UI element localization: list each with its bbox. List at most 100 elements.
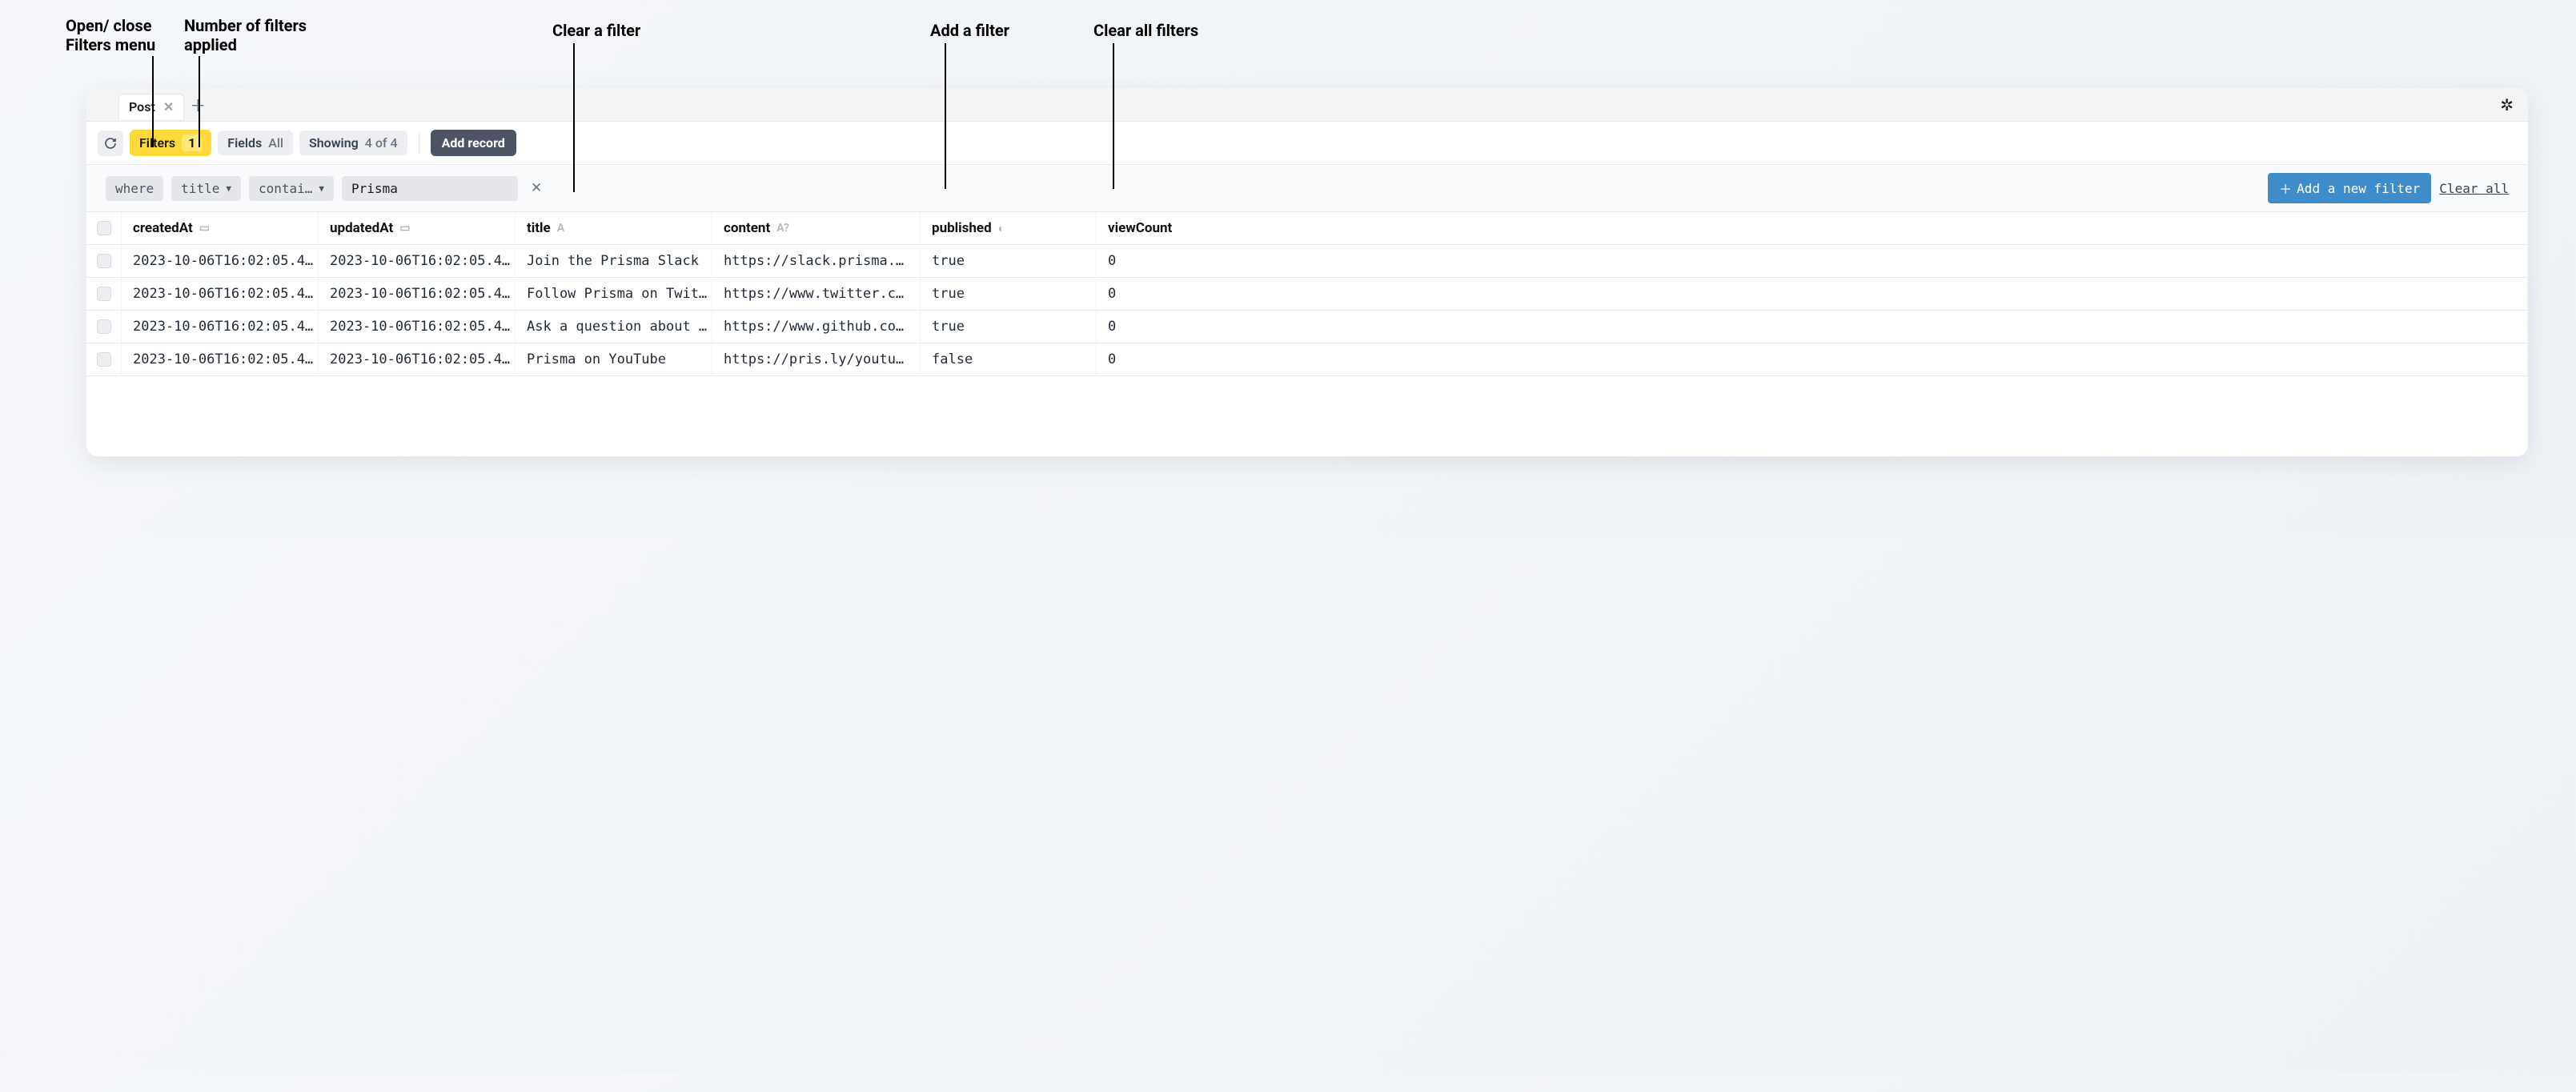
- cell[interactable]: Ask a question about …: [516, 311, 712, 343]
- row-checkbox[interactable]: [97, 319, 111, 334]
- annot-text: Clear a filter: [552, 21, 640, 40]
- annot-num-applied: Number of filters applied: [184, 16, 307, 54]
- grid-empty-space: [86, 376, 2528, 456]
- clear-all-button[interactable]: Clear all: [2439, 181, 2509, 196]
- gear-icon[interactable]: ✲: [2500, 95, 2514, 114]
- cell-value: 2023-10-06T16:02:05.4…: [133, 286, 313, 302]
- add-filter-button[interactable]: ＋ Add a new filter: [2268, 173, 2431, 203]
- col-label: title: [527, 220, 551, 236]
- col-label: updatedAt: [330, 220, 393, 236]
- cell-value: 2023-10-06T16:02:05.4…: [133, 253, 313, 269]
- fields-button[interactable]: Fields All: [218, 130, 293, 155]
- cell[interactable]: https://pris.ly/youtu…: [712, 343, 921, 376]
- col-label: content: [724, 220, 770, 236]
- add-record-label: Add record: [442, 135, 505, 151]
- calendar-icon: ▭: [199, 222, 210, 235]
- cell[interactable]: 2023-10-06T16:02:05.4…: [122, 343, 319, 376]
- clear-filter-button[interactable]: ✕: [526, 180, 547, 196]
- cell-value: https://www.github.co…: [724, 319, 904, 335]
- refresh-button[interactable]: [98, 130, 123, 156]
- filter-operator-select[interactable]: contai… ▼: [249, 176, 334, 201]
- cell[interactable]: 2023-10-06T16:02:05.4…: [319, 311, 516, 343]
- cell[interactable]: 2023-10-06T16:02:05.4…: [319, 245, 516, 278]
- cell[interactable]: true: [921, 311, 1097, 343]
- cell-value: https://pris.ly/youtu…: [724, 351, 904, 367]
- col-content[interactable]: content A?: [712, 212, 921, 245]
- annotation-layer: Open/ close Filters menu Number of filte…: [48, 16, 2528, 88]
- cell[interactable]: 2023-10-06T16:02:05.4…: [122, 311, 319, 343]
- app-card: Post ✕ ＋ ✲ Filters 1 Fields All Showing: [86, 88, 2528, 456]
- cell[interactable]: 2023-10-06T16:02:05.4…: [122, 278, 319, 311]
- cell[interactable]: https://slack.prisma.…: [712, 245, 921, 278]
- cell[interactable]: Join the Prisma Slack: [516, 245, 712, 278]
- add-filter-label: Add a new filter: [2297, 181, 2420, 196]
- annot-line: [945, 43, 946, 189]
- cell-value: 0: [1108, 253, 1116, 269]
- filter-where: where: [106, 176, 163, 201]
- row-checkbox-cell: [86, 311, 122, 343]
- row-checkbox-cell: [86, 343, 122, 376]
- annot-text: Add a filter: [930, 21, 1009, 40]
- filter-value-input[interactable]: [342, 176, 518, 201]
- fields-value: All: [268, 135, 283, 151]
- showing-button[interactable]: Showing 4 of 4: [299, 130, 407, 155]
- cell[interactable]: Follow Prisma on Twit…: [516, 278, 712, 311]
- boolean-icon: ◐: [998, 222, 1005, 235]
- cell[interactable]: Prisma on YouTube: [516, 343, 712, 376]
- col-label: published: [932, 220, 992, 236]
- col-label: createdAt: [133, 220, 193, 236]
- where-label: where: [115, 181, 154, 196]
- cell-value: Ask a question about …: [527, 319, 707, 335]
- toolbar: Filters 1 Fields All Showing 4 of 4 Add …: [86, 122, 2528, 165]
- cell[interactable]: https://www.twitter.c…: [712, 278, 921, 311]
- cell-value: 2023-10-06T16:02:05.4…: [330, 351, 510, 367]
- col-updatedAt[interactable]: updatedAt ▭: [319, 212, 516, 245]
- cell[interactable]: 0: [1097, 343, 2528, 376]
- cell-value: 0: [1108, 351, 1116, 367]
- cell[interactable]: 0: [1097, 278, 2528, 311]
- cell[interactable]: 2023-10-06T16:02:05.4…: [122, 245, 319, 278]
- cell[interactable]: https://www.github.co…: [712, 311, 921, 343]
- clear-all-label: Clear all: [2439, 181, 2509, 196]
- cell-value: true: [932, 253, 965, 269]
- data-grid: createdAt ▭ updatedAt ▭ title A content …: [86, 212, 2528, 376]
- tab-label: Post: [129, 99, 155, 114]
- row-checkbox[interactable]: [97, 287, 111, 301]
- row-checkbox[interactable]: [97, 352, 111, 367]
- refresh-icon: [104, 137, 117, 150]
- annot-line: [199, 56, 200, 147]
- filter-row: where title ▼ contai… ▼ ✕ ＋ Add a new fi…: [86, 165, 2528, 212]
- cell-value: https://slack.prisma.…: [724, 253, 904, 269]
- close-icon[interactable]: ✕: [163, 99, 174, 114]
- col-createdAt[interactable]: createdAt ▭: [122, 212, 319, 245]
- filter-field-select[interactable]: title ▼: [171, 176, 241, 201]
- showing-label: Showing: [309, 135, 359, 151]
- col-viewCount[interactable]: viewCount: [1097, 212, 2528, 245]
- filters-label: Filters: [139, 135, 175, 151]
- filter-operator: contai…: [259, 181, 312, 196]
- row-checkbox[interactable]: [97, 254, 111, 268]
- cell-value: 2023-10-06T16:02:05.4…: [133, 351, 313, 367]
- add-record-button[interactable]: Add record: [431, 130, 516, 156]
- select-all-checkbox[interactable]: [97, 221, 111, 235]
- col-title[interactable]: title A: [516, 212, 712, 245]
- annot-text: Number of filters applied: [184, 16, 307, 54]
- col-label: viewCount: [1108, 220, 1172, 236]
- cell-value: 2023-10-06T16:02:05.4…: [330, 319, 510, 335]
- cell-value: true: [932, 286, 965, 302]
- cell[interactable]: true: [921, 278, 1097, 311]
- cell[interactable]: 0: [1097, 311, 2528, 343]
- col-published[interactable]: published ◐: [921, 212, 1097, 245]
- annot-clear-all: Clear all filters: [1093, 21, 1198, 40]
- cell[interactable]: true: [921, 245, 1097, 278]
- fields-label: Fields: [227, 135, 262, 151]
- cell[interactable]: false: [921, 343, 1097, 376]
- cell[interactable]: 2023-10-06T16:02:05.4…: [319, 343, 516, 376]
- cell[interactable]: 2023-10-06T16:02:05.4…: [319, 278, 516, 311]
- string-icon: A: [557, 222, 564, 235]
- cell-value: 2023-10-06T16:02:05.4…: [133, 319, 313, 335]
- annot-add-filter: Add a filter: [930, 21, 1009, 40]
- cell[interactable]: 0: [1097, 245, 2528, 278]
- row-checkbox-cell: [86, 278, 122, 311]
- annot-line: [1113, 43, 1114, 189]
